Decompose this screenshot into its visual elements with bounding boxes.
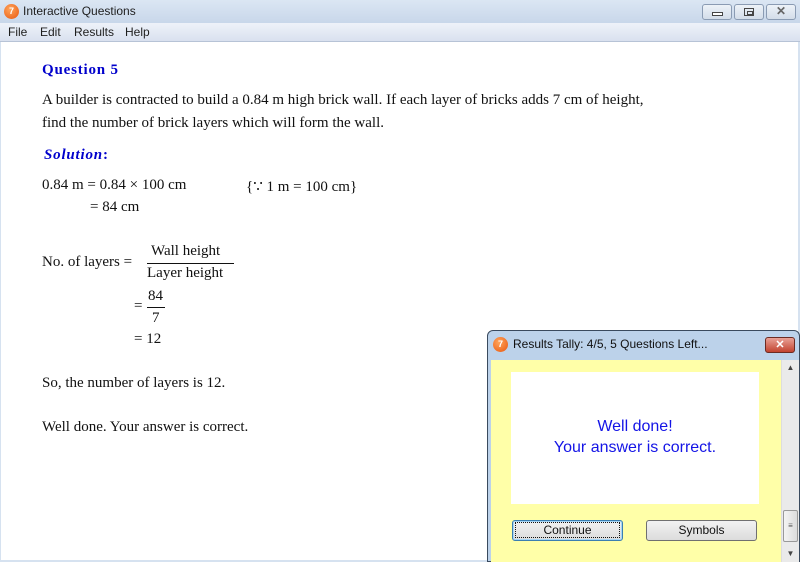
maximize-button[interactable] (734, 4, 764, 20)
minimize-button[interactable] (702, 4, 732, 20)
dialog-app-icon: 7 (493, 337, 508, 352)
step-conversion-note: {∵ 1 m = 100 cm} (246, 179, 358, 195)
solution-title: Solution (44, 147, 103, 163)
symbols-button[interactable]: Symbols (646, 520, 757, 541)
restore-icon (744, 8, 754, 16)
minimize-icon (712, 12, 723, 16)
result-message-box: Well done! Your answer is correct. (511, 372, 759, 504)
question-text-line2: find the number of brick layers which wi… (42, 115, 384, 131)
layers-label: No. of layers = (42, 254, 133, 270)
solution-heading: Solution: (44, 147, 108, 164)
dialog-scrollbar[interactable]: ▲ ≡ ▼ (781, 360, 799, 562)
fraction-numerator-1: Wall height (151, 243, 221, 259)
continue-label: Continue (515, 522, 620, 538)
dialog-body: Well done! Your answer is correct. Conti… (491, 360, 781, 562)
solution-colon: : (102, 147, 108, 163)
menu-file[interactable]: File (8, 25, 27, 39)
fraction-bar-2 (147, 307, 165, 308)
menu-bar: File Edit Results Help (0, 23, 800, 42)
menu-results[interactable]: Results (74, 25, 114, 39)
menu-edit[interactable]: Edit (40, 25, 61, 39)
app-icon: 7 (4, 4, 19, 19)
step-result-cm: = 84 cm (90, 199, 140, 215)
scroll-thumb[interactable]: ≡ (783, 510, 798, 542)
final-result: = 12 (134, 331, 162, 347)
message-line1: Well done! (597, 418, 673, 435)
fraction-bar-1 (147, 263, 234, 264)
title-bar: 7 Interactive Questions ✕ (0, 0, 800, 23)
window-title: Interactive Questions (23, 4, 136, 18)
fraction-denominator-1: Layer height (147, 265, 224, 281)
fraction-numerator-2: 84 (148, 288, 163, 304)
question-text-line1: A builder is contracted to build a 0.84 … (42, 92, 644, 108)
scroll-down-icon[interactable]: ▼ (782, 546, 799, 562)
message-line2: Your answer is correct. (553, 439, 717, 456)
close-button[interactable]: ✕ (766, 4, 796, 20)
continue-button[interactable]: Continue (512, 520, 623, 541)
result-message: Well done! Your answer is correct. (511, 416, 759, 458)
close-icon: ✕ (775, 339, 785, 351)
results-tally-dialog: 7 Results Tally: 4/5, 5 Questions Left..… (487, 330, 800, 562)
scroll-up-icon[interactable]: ▲ (782, 360, 799, 376)
conclusion-text: So, the number of layers is 12. (42, 375, 226, 391)
menu-help[interactable]: Help (125, 25, 150, 39)
close-icon: ✕ (775, 4, 787, 18)
question-title: Question 5 (42, 62, 119, 78)
feedback-text: Well done. Your answer is correct. (42, 419, 249, 435)
fraction-denominator-2: 7 (152, 310, 160, 326)
dialog-title: Results Tally: 4/5, 5 Questions Left... (513, 337, 708, 351)
step-conversion: 0.84 m = 0.84 × 100 cm (42, 177, 187, 193)
dialog-close-button[interactable]: ✕ (765, 337, 795, 353)
equals-sign: = (134, 298, 143, 314)
